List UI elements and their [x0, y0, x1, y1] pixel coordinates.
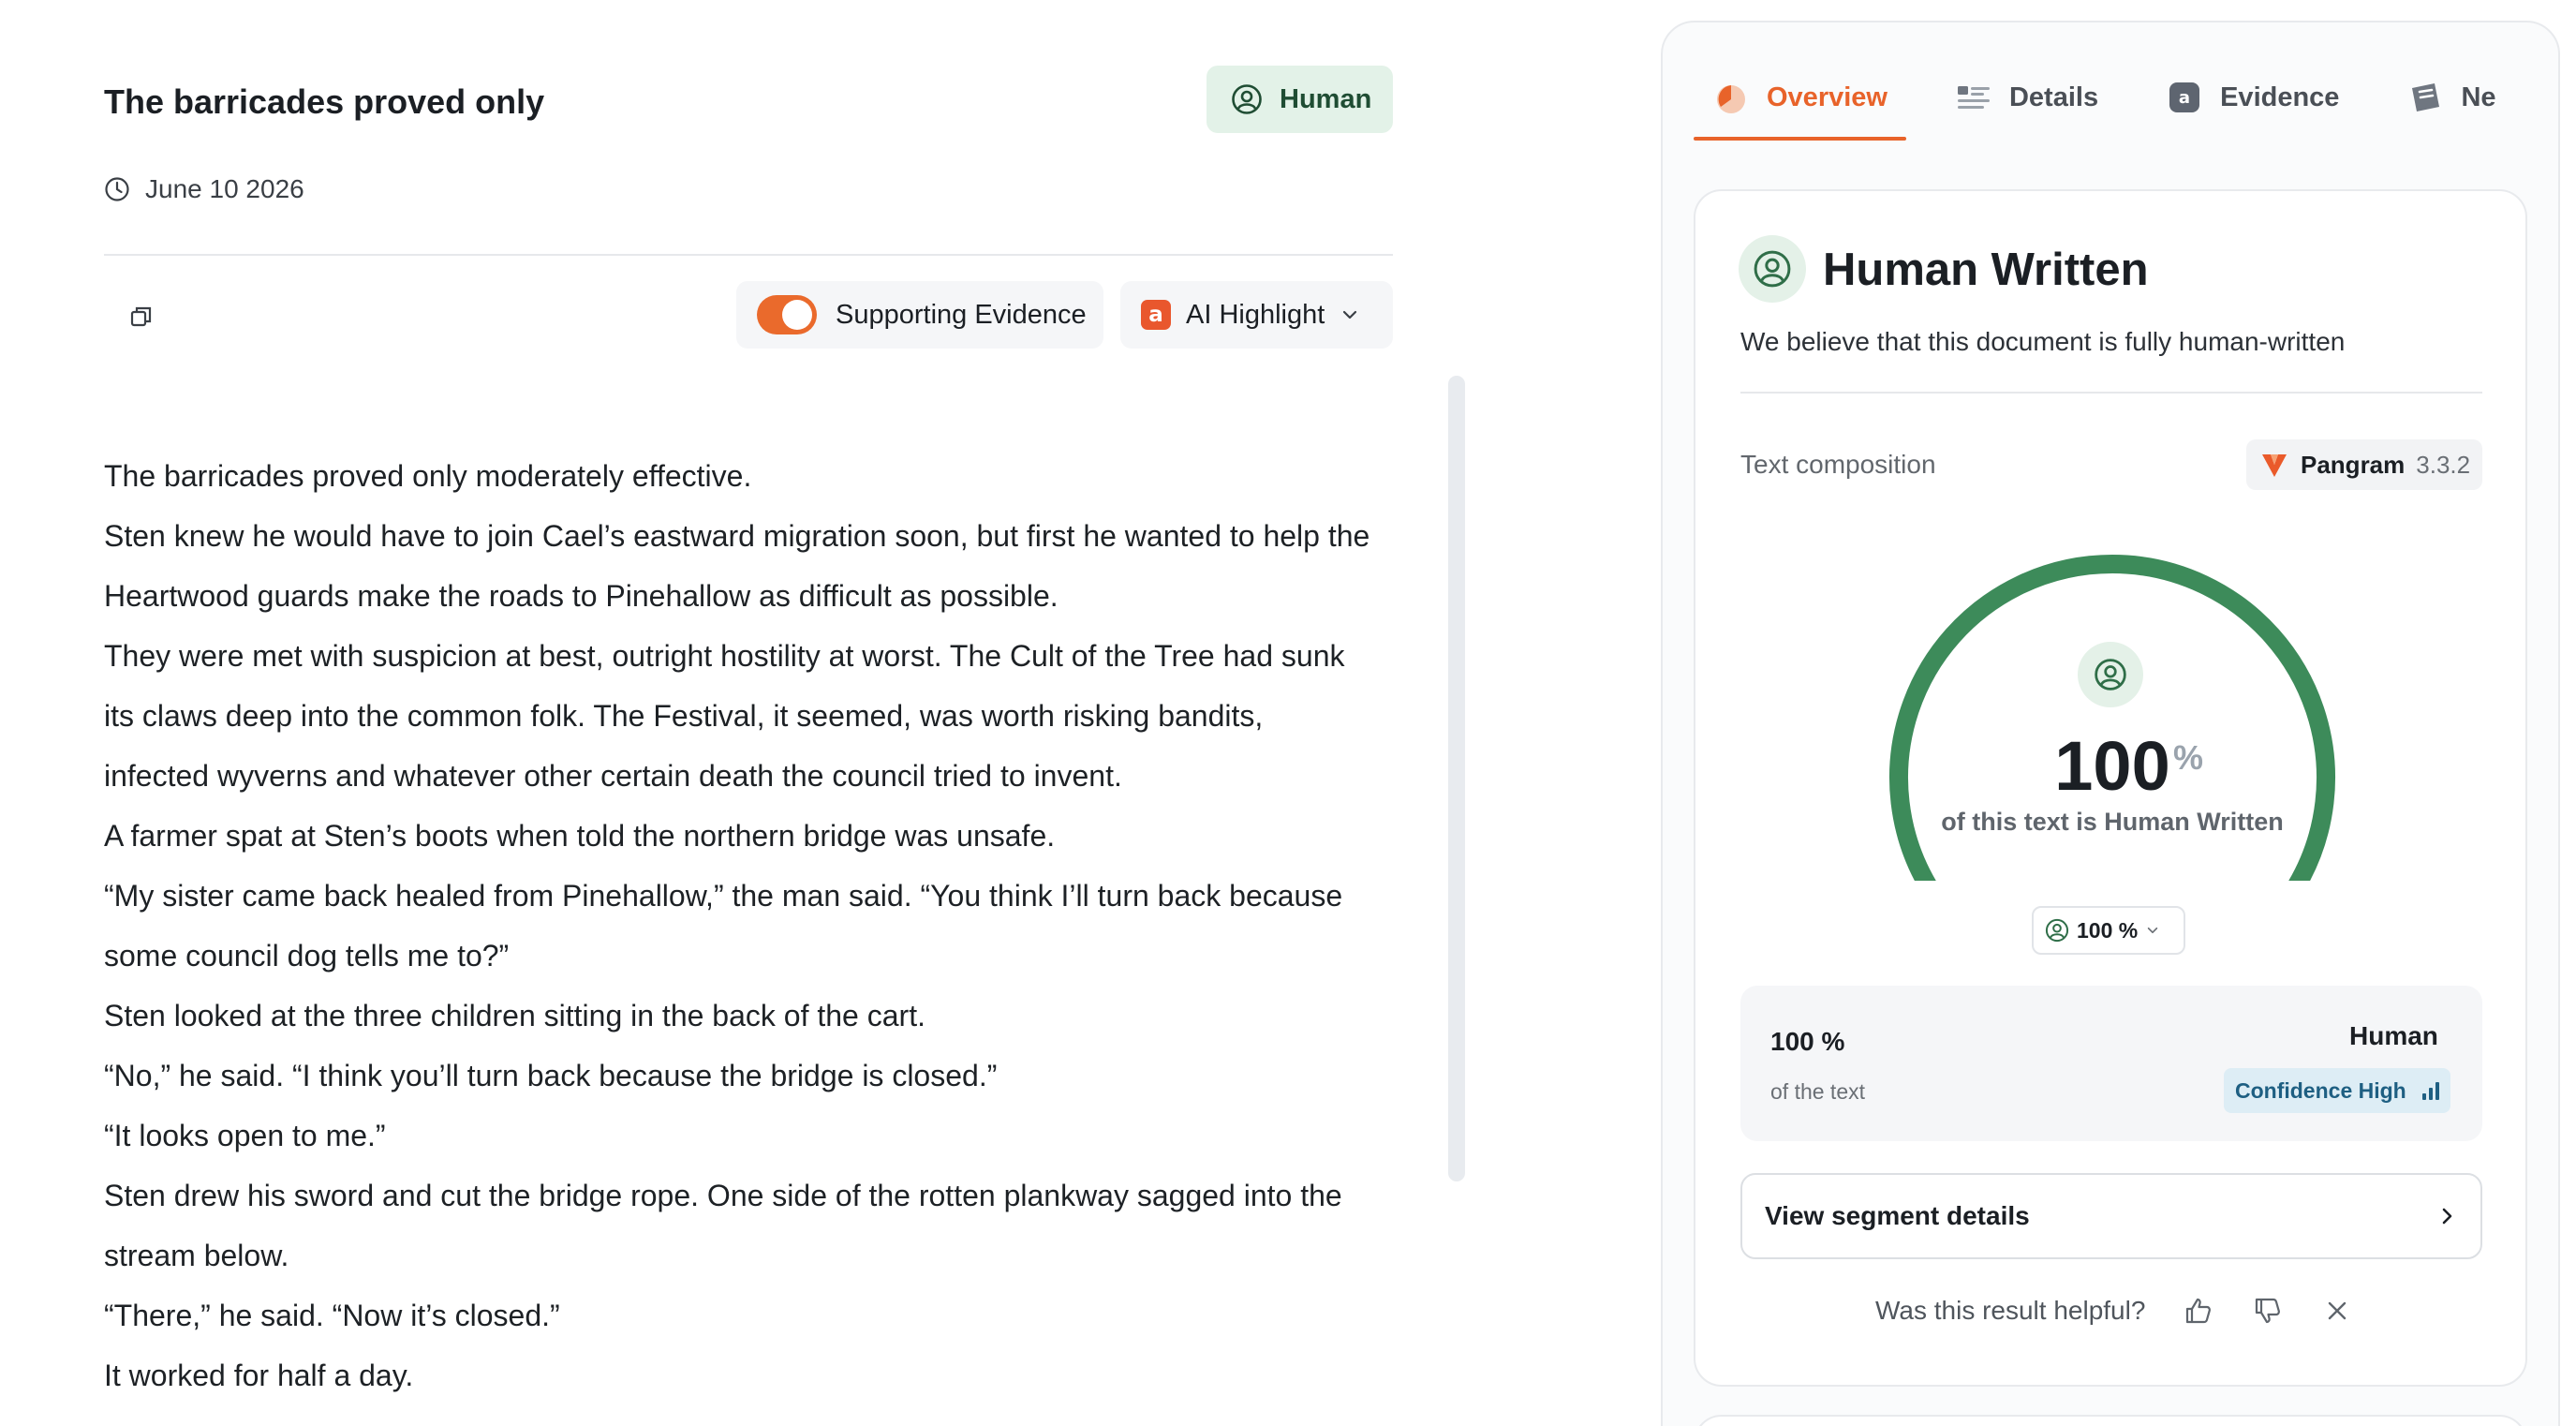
close-icon: [2329, 1301, 2347, 1320]
person-circle-icon: [2045, 918, 2069, 943]
paragraph-line: infected wyverns and whatever other cert…: [104, 759, 1122, 793]
human-badge: Human: [1207, 66, 1393, 133]
tab-evidence-label: Evidence: [2220, 82, 2340, 112]
thumbs-up-icon: [2186, 1298, 2212, 1324]
paragraph-line: A farmer spat at Sten’s boots when told …: [104, 819, 1056, 853]
paragraph-line: “It looks open to me.”: [104, 1119, 386, 1152]
paragraph-line: some council dog tells me to?”: [104, 939, 510, 973]
thumbs-down-button[interactable]: [2250, 1293, 2286, 1329]
tab-details[interactable]: Details: [1936, 56, 2117, 139]
paragraph-line: It worked for half a day.: [104, 1359, 414, 1392]
tab-overview[interactable]: Overview: [1694, 56, 1906, 141]
paragraph-line: Sten knew he would have to join Cael’s e…: [104, 519, 1370, 553]
tab-news[interactable]: Ne: [2388, 56, 2514, 139]
paragraph-line: Heartwood guards make the roads to Pineh…: [104, 579, 1059, 613]
feedback-row: Was this result helpful?: [1875, 1293, 2355, 1329]
confidence-label: Confidence High: [2235, 1077, 2406, 1103]
paragraph-line: “There,” he said. “Now it’s closed.”: [104, 1299, 560, 1332]
result-subtitle: We believe that this document is fully h…: [1740, 327, 2346, 356]
paragraph-line: The barricades proved only moderately ef…: [104, 459, 752, 493]
chevron-down-icon: [2147, 927, 2158, 934]
signal-bars-icon: [2421, 1082, 2439, 1100]
document-date: June 10 2026: [145, 174, 304, 203]
next-card: [1694, 1415, 2527, 1426]
news-icon: [2412, 83, 2440, 111]
pie-chart-icon: [1717, 85, 1745, 113]
paragraph-line: its claws deep into the common folk. The…: [104, 699, 1264, 733]
supporting-evidence-label: Supporting Evidence: [836, 299, 1087, 330]
model-name: Pangram: [2301, 450, 2406, 479]
view-segment-details-button[interactable]: View segment details: [1740, 1173, 2482, 1259]
gauge-unit: %: [2173, 738, 2204, 777]
evidence-icon: a: [2169, 82, 2200, 112]
model-version: 3.3.2: [2416, 450, 2471, 479]
paragraph-line: Sten looked at the three children sittin…: [104, 999, 925, 1032]
toggle-switch[interactable]: [757, 295, 817, 334]
scrollbar[interactable]: [1448, 376, 1465, 1181]
document-body: The barricades proved only moderately ef…: [104, 446, 1406, 1405]
ai-highlight-label: AI Highlight: [1186, 299, 1325, 330]
percentage-select-value: 100 %: [2077, 917, 2139, 943]
human-badge-label: Human: [1280, 83, 1372, 114]
tab-evidence[interactable]: a Evidence: [2147, 56, 2358, 139]
date-row: June 10 2026: [104, 174, 304, 204]
pangram-logo-icon: [2262, 454, 2287, 477]
copy-button[interactable]: [125, 300, 158, 334]
clock-icon: [105, 177, 129, 201]
person-circle-icon: [1232, 84, 1262, 114]
chevron-right-icon: [2442, 1208, 2452, 1225]
ai-highlight-dropdown[interactable]: a AI Highlight: [1120, 281, 1393, 349]
summary-of-text: of the text: [1770, 1079, 1866, 1104]
summary-box: [1740, 986, 2482, 1141]
paragraph-line: “My sister came back healed from Pinehal…: [104, 879, 1343, 913]
model-badge: Pangram 3.3.2: [2246, 439, 2482, 490]
person-circle-icon: [2095, 659, 2126, 691]
list-icon: [1957, 86, 1990, 109]
supporting-evidence-toggle[interactable]: Supporting Evidence: [736, 281, 1103, 349]
paragraph-line: stream below.: [104, 1239, 289, 1272]
summary-percent: 100 %: [1770, 1027, 1845, 1056]
gauge-caption: of this text is Human Written: [1941, 808, 2284, 836]
pangram-a-icon: a: [1141, 300, 1171, 330]
result-title: Human Written: [1823, 245, 2149, 295]
tab-news-label: Ne: [2461, 82, 2496, 112]
view-segment-details-label: View segment details: [1765, 1201, 2030, 1230]
tab-overview-label: Overview: [1767, 82, 1888, 112]
thumbs-up-button[interactable]: [2181, 1293, 2216, 1329]
copy-icon: [130, 306, 152, 327]
paragraph-line: They were met with suspicion at best, ou…: [104, 639, 1345, 673]
person-circle-icon: [1754, 250, 1791, 288]
confidence-badge: Confidence High: [2224, 1068, 2450, 1113]
dismiss-feedback-button[interactable]: [2319, 1293, 2355, 1329]
panel-tabs: Overview Details a Evidence Ne: [1694, 56, 2537, 144]
summary-label: Human: [2349, 1021, 2438, 1050]
paragraph-line: Sten drew his sword and cut the bridge r…: [104, 1179, 1342, 1212]
tab-details-label: Details: [2008, 82, 2099, 112]
thumbs-down-icon: [2256, 1298, 2281, 1324]
gauge-person-badge: [2078, 642, 2143, 707]
divider: [104, 254, 1393, 256]
feedback-question: Was this result helpful?: [1875, 1296, 2146, 1325]
human-written-avatar: [1739, 235, 1806, 303]
paragraph-line: “No,” he said. “I think you’ll turn back…: [104, 1059, 998, 1092]
divider: [1740, 392, 2482, 394]
text-composition-label: Text composition: [1740, 450, 1936, 479]
chevron-down-icon: [1343, 310, 1357, 319]
svg-text:a: a: [2179, 88, 2190, 108]
percentage-select[interactable]: 100 %: [2032, 906, 2185, 955]
document-title: The barricades proved only: [104, 82, 545, 121]
